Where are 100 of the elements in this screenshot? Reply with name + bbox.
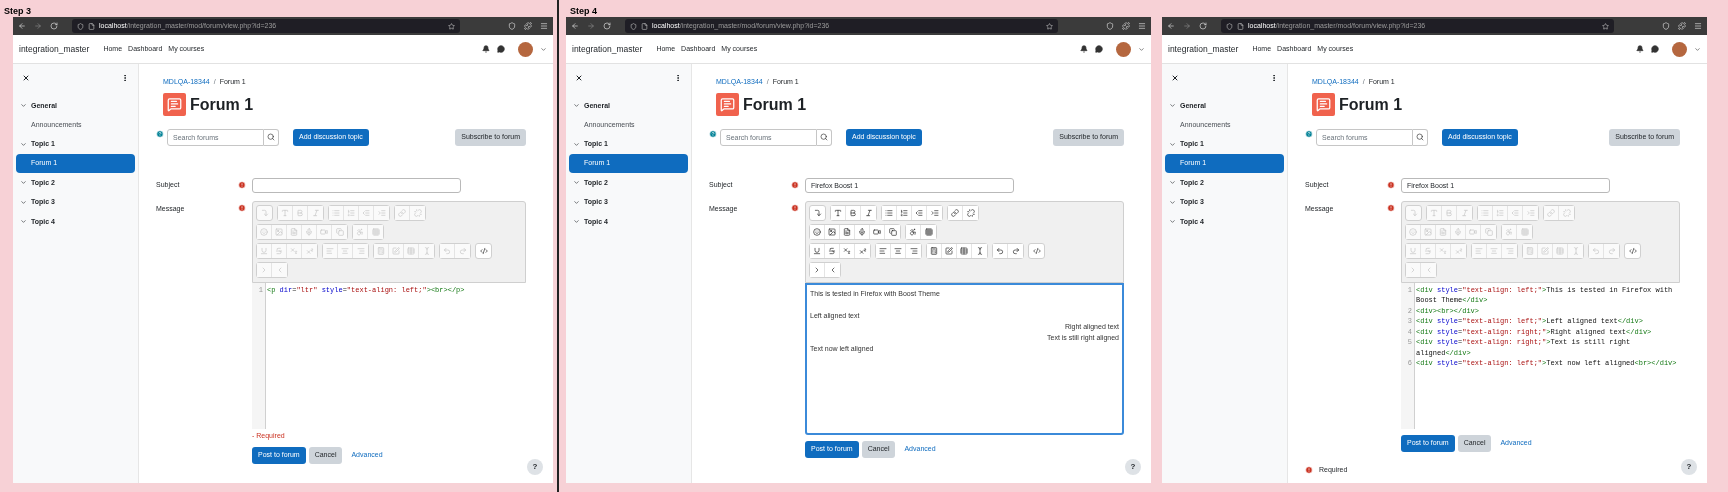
undo-button[interactable] (993, 243, 1008, 258)
chevron-down-icon[interactable] (1694, 45, 1701, 53)
help-icon[interactable] (156, 130, 164, 138)
enter-button[interactable] (809, 204, 826, 221)
bell-icon[interactable] (1080, 45, 1088, 53)
subscript-button[interactable] (840, 243, 855, 258)
avatar-icon[interactable] (518, 41, 533, 57)
chevron-down-icon[interactable] (573, 140, 580, 148)
site-name[interactable]: integration_master (19, 42, 90, 56)
chevron-right-button[interactable] (810, 262, 825, 277)
menu-icon[interactable] (540, 22, 548, 30)
code-button[interactable] (475, 242, 492, 259)
forward-icon[interactable] (34, 22, 42, 30)
close-icon[interactable] (22, 74, 30, 82)
file-button[interactable] (840, 224, 855, 239)
shield-icon[interactable] (1662, 22, 1670, 30)
puzzle-icon[interactable] (1122, 22, 1130, 30)
menu-icon[interactable] (1138, 22, 1146, 30)
site-name[interactable]: integration_master (572, 42, 643, 56)
chevron-down-icon[interactable] (1169, 102, 1176, 110)
code-button[interactable] (1624, 242, 1641, 259)
back-icon[interactable] (571, 22, 579, 30)
chevron-down-icon[interactable] (20, 198, 27, 206)
search-button[interactable] (817, 128, 832, 146)
chevron-down-icon[interactable] (573, 102, 580, 110)
close-icon[interactable] (1171, 74, 1179, 82)
chevron-down-icon[interactable] (1169, 198, 1176, 206)
star-icon[interactable] (448, 22, 455, 30)
code-icon (1032, 246, 1041, 255)
chevron-down-icon[interactable] (540, 45, 547, 53)
strikethrough-button[interactable] (825, 243, 840, 258)
chevron-down-icon[interactable] (20, 140, 27, 148)
link-button[interactable] (948, 205, 963, 220)
font-icon (281, 208, 289, 217)
chat-icon[interactable] (1651, 45, 1659, 53)
edit-icon (392, 246, 400, 255)
star-icon[interactable] (1602, 22, 1609, 30)
reload-icon[interactable] (603, 22, 611, 30)
chevron-down-icon[interactable] (573, 198, 580, 206)
help-icon[interactable] (1305, 130, 1313, 138)
chevron-down-icon[interactable] (1169, 179, 1176, 187)
avatar-icon[interactable] (1116, 41, 1131, 57)
chat-icon[interactable] (497, 45, 505, 53)
back-icon[interactable] (18, 22, 26, 30)
accessibility-icon (1505, 227, 1513, 236)
more-icon[interactable] (121, 74, 129, 82)
close-icon[interactable] (575, 74, 583, 82)
shield-icon[interactable] (1106, 22, 1114, 30)
subscript-icon (290, 246, 298, 255)
emoji-button[interactable] (810, 224, 825, 239)
numbered-list-icon (900, 208, 908, 217)
align-left-button[interactable] (876, 243, 891, 258)
font-button[interactable] (831, 205, 846, 220)
subject-field[interactable] (252, 177, 461, 193)
table-button[interactable] (957, 243, 972, 258)
chevron-down-icon[interactable] (573, 218, 580, 226)
numbered-list-button[interactable] (897, 205, 912, 220)
chevron-down-icon[interactable] (573, 179, 580, 187)
reload-icon[interactable] (1199, 22, 1207, 30)
chevron-down-icon[interactable] (20, 218, 27, 226)
code-button[interactable] (1028, 242, 1045, 259)
help-button[interactable]: ? (527, 459, 543, 475)
help-button[interactable]: ? (1125, 459, 1141, 475)
more-icon[interactable] (1270, 74, 1278, 82)
align-center-button[interactable] (891, 243, 906, 258)
image-icon (828, 227, 836, 236)
bell-icon[interactable] (482, 45, 490, 53)
accessibility-button[interactable] (906, 224, 921, 239)
star-icon[interactable] (1046, 22, 1053, 30)
emoji-icon (1409, 227, 1417, 236)
menu-icon[interactable] (1694, 22, 1702, 30)
chat-icon[interactable] (1095, 45, 1103, 53)
puzzle-icon[interactable] (1678, 22, 1686, 30)
search-button[interactable] (1413, 128, 1428, 146)
bell-icon[interactable] (1636, 45, 1644, 53)
search-button[interactable] (264, 128, 279, 146)
help-icon[interactable] (709, 130, 717, 138)
help-button[interactable]: ? (1681, 459, 1697, 475)
reload-icon[interactable] (50, 22, 58, 30)
underline-button[interactable] (810, 243, 825, 258)
avatar-icon[interactable] (1672, 41, 1687, 57)
forward-icon[interactable] (1183, 22, 1191, 30)
chevron-down-icon[interactable] (1169, 218, 1176, 226)
shield-icon (77, 22, 84, 30)
chevron-down-icon[interactable] (20, 179, 27, 187)
shield-icon[interactable] (508, 22, 516, 30)
chevron-down-icon[interactable] (1169, 140, 1176, 148)
more-icon[interactable] (674, 74, 682, 82)
chevron-down-icon[interactable] (1138, 45, 1145, 53)
calculator-button[interactable] (927, 243, 942, 258)
site-name[interactable]: integration_master (1168, 42, 1239, 56)
video-button[interactable] (870, 224, 885, 239)
puzzle-icon[interactable] (524, 22, 532, 30)
forward-icon[interactable] (587, 22, 595, 30)
chevron-down-icon[interactable] (20, 102, 27, 110)
back-icon[interactable] (1167, 22, 1175, 30)
bullet-list-button[interactable] (882, 205, 897, 220)
numbered-list-icon (347, 208, 355, 217)
edit-button[interactable] (942, 243, 957, 258)
image-button[interactable] (825, 224, 840, 239)
